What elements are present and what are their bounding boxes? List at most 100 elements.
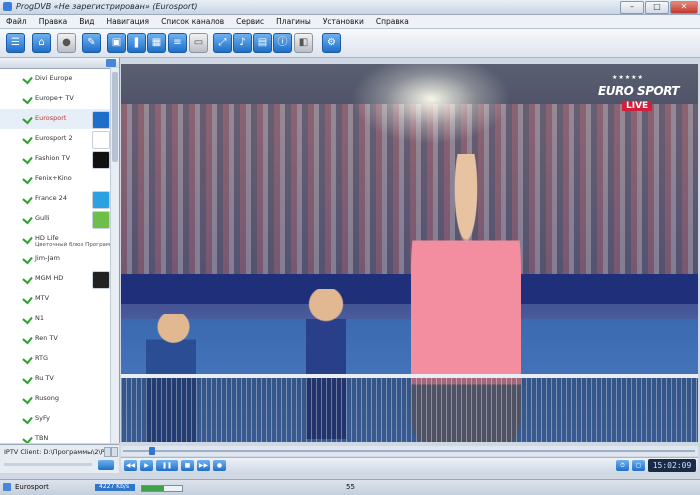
menu-navigation[interactable]: Навигация	[101, 15, 156, 28]
title-bar: ProgDVB «Не зарегистрирован» (Eurosport)…	[0, 0, 700, 15]
channel-item[interactable]: N1	[0, 309, 110, 329]
timeshift-icon[interactable]: ⏱	[616, 460, 629, 471]
check-icon	[22, 293, 33, 305]
seek-track[interactable]	[123, 450, 695, 452]
channel-name: Jim-Jam	[35, 254, 60, 262]
check-icon	[22, 113, 33, 125]
info-icon[interactable]: ⓘ	[273, 33, 292, 53]
channel-item[interactable]: France 24	[0, 189, 110, 209]
fullscreen-icon[interactable]: ⤢	[213, 33, 232, 53]
channel-list-icon[interactable]: ☰	[6, 33, 25, 53]
rewind-icon[interactable]: ◀◀	[124, 460, 137, 471]
record-icon[interactable]: ●	[57, 33, 76, 53]
forward-icon[interactable]: ▶▶	[197, 460, 210, 471]
close-button[interactable]: ✕	[670, 1, 698, 14]
window-title: ProgDVB «Не зарегистрирован» (Eurosport)	[16, 2, 198, 11]
channel-list-panel: Divi Europe Europe+ TV Eurosport Eurosport …	[0, 58, 120, 443]
channel-name: Ru TV	[35, 374, 54, 382]
clock-display: 15:02:09	[648, 459, 696, 472]
check-icon	[22, 153, 33, 165]
playback-controls: ◀◀ ▶ ❚❚ ■ ▶▶ ● ⏱ ▢ 15:02:09	[121, 457, 698, 474]
channel-list-header	[0, 58, 119, 69]
check-icon	[22, 333, 33, 345]
check-icon	[22, 273, 33, 285]
menu-plugins[interactable]: Плагины	[270, 15, 317, 28]
collapse-panel-icon[interactable]	[106, 59, 116, 67]
signal-level-fill	[142, 486, 164, 491]
menu-help[interactable]: Справка	[370, 15, 415, 28]
epg-icon[interactable]: ≡	[168, 33, 187, 53]
channel-item[interactable]: RTG	[0, 349, 110, 369]
menu-service[interactable]: Сервис	[230, 15, 270, 28]
play-icon[interactable]: ▶	[140, 460, 153, 471]
subtitles-icon[interactable]: ▭	[189, 33, 208, 53]
channel-item[interactable]: Eurosport 2	[0, 129, 110, 149]
volume-icon[interactable]	[98, 460, 114, 470]
channel-item[interactable]: Gulli	[0, 209, 110, 229]
channel-logo-icon	[92, 211, 110, 229]
scroll-left-icon[interactable]	[104, 447, 111, 457]
edit-icon[interactable]: ✎	[82, 33, 101, 53]
snapshot-icon[interactable]: ◧	[294, 33, 313, 53]
screenshot-icon[interactable]: ▣	[107, 33, 126, 53]
check-icon	[22, 193, 33, 205]
audio-icon[interactable]: ♪	[233, 33, 252, 53]
stop-icon[interactable]: ■	[181, 460, 194, 471]
menu-file[interactable]: Файл	[0, 15, 33, 28]
check-icon	[22, 213, 33, 225]
channel-item[interactable]: Jim-Jam	[0, 249, 110, 269]
volume-slider[interactable]	[4, 463, 92, 466]
channel-name: TBN	[35, 434, 49, 442]
channel-item[interactable]: Ren TV	[0, 329, 110, 349]
channel-logo-icon	[92, 131, 110, 149]
home-icon[interactable]: ⌂	[32, 33, 51, 53]
channel-name: Eurosport 2	[35, 134, 73, 142]
logo-brand: EURO SPORT	[598, 84, 680, 98]
check-icon	[22, 313, 33, 325]
channel-name: N1	[35, 314, 44, 322]
channel-item[interactable]: HD Life Цветочный блюз Программ...	[0, 229, 119, 249]
channel-item[interactable]: Eurosport	[0, 109, 110, 129]
settings-icon[interactable]: ⚙	[322, 33, 341, 53]
pause-button-icon[interactable]: ❚❚	[156, 460, 178, 471]
record-button-icon[interactable]: ●	[213, 460, 226, 471]
channel-item[interactable]: Ru TV	[0, 369, 110, 389]
seek-knob[interactable]	[149, 447, 155, 455]
maximize-button[interactable]: □	[645, 1, 669, 14]
check-icon	[22, 353, 33, 365]
channel-now-playing: Цветочный блюз Программ...	[35, 242, 120, 248]
status-number: 55	[346, 483, 355, 491]
check-icon	[22, 433, 33, 443]
minimize-button[interactable]: –	[620, 1, 644, 14]
menu-view[interactable]: Вид	[73, 15, 100, 28]
channel-item[interactable]: MGM HD	[0, 269, 110, 289]
check-icon	[22, 253, 33, 265]
menu-settings[interactable]: Установки	[317, 15, 370, 28]
channel-item[interactable]: MTV	[0, 289, 110, 309]
channel-list-scrollbar[interactable]	[110, 68, 119, 443]
channel-item[interactable]: Europe+ TV	[0, 89, 110, 109]
pause-icon[interactable]: ❚	[127, 33, 146, 53]
status-bar: Eurosport 4227 Kb/s 55	[0, 479, 700, 495]
channel-item[interactable]: Fashion TV	[0, 149, 110, 169]
stadium-light	[351, 64, 511, 144]
menu-channel-list[interactable]: Список каналов	[155, 15, 230, 28]
channel-name: Divi Europe	[35, 74, 73, 82]
window-mode-icon[interactable]: ▢	[632, 460, 645, 471]
scrollbar-thumb[interactable]	[112, 72, 118, 162]
scroll-right-icon[interactable]	[111, 447, 118, 457]
grid-icon[interactable]: ▦	[147, 33, 166, 53]
channel-item[interactable]: Divi Europe	[0, 69, 110, 89]
channel-item[interactable]: Rusong	[0, 389, 110, 409]
seek-bar[interactable]	[121, 446, 698, 456]
tennis-net	[121, 374, 698, 442]
menu-edit[interactable]: Правка	[33, 15, 74, 28]
check-icon	[22, 173, 33, 185]
teletext-icon[interactable]: ▤	[253, 33, 272, 53]
tv-icon	[3, 483, 11, 491]
channel-item[interactable]: TBN	[0, 429, 110, 443]
channel-item[interactable]: Fenix+Kino	[0, 169, 110, 189]
video-viewport[interactable]: ★★★★★ EURO SPORT LIVE	[121, 64, 698, 442]
channel-item[interactable]: SyFy	[0, 409, 110, 429]
check-icon	[22, 233, 33, 245]
